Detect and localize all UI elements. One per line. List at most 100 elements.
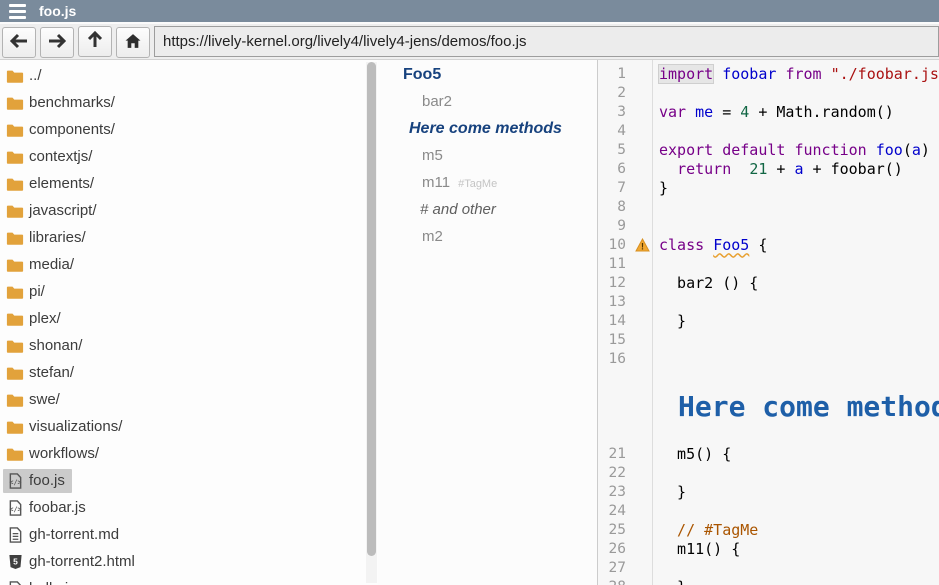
back-button[interactable] <box>2 27 36 58</box>
folder-icon <box>5 94 25 112</box>
code-heading-text: Here come methods <box>678 390 939 423</box>
file-row-benchmarks[interactable]: benchmarks/ <box>0 89 378 116</box>
file-label: benchmarks/ <box>29 94 115 111</box>
code-text: m11() { <box>659 540 740 558</box>
file-label: foobar.js <box>29 499 86 516</box>
code-text: } <box>659 179 668 197</box>
line-number: 8 <box>598 199 631 215</box>
code-line-28[interactable]: 28 } <box>598 577 939 585</box>
code-editor-pane[interactable]: 1import foobar from "./foobar.js" 23var m… <box>598 60 939 585</box>
file-row-elements[interactable]: elements/ <box>0 170 378 197</box>
line-number: 26 <box>598 541 631 557</box>
folder-icon <box>5 229 25 247</box>
file-label: gh-torrent2.html <box>29 553 135 570</box>
file-row-gh-torrent-md[interactable]: gh-torrent.md <box>0 521 378 548</box>
code-line-12[interactable]: 12 bar2 () { <box>598 273 939 292</box>
code-line-4[interactable]: 4 <box>598 121 939 140</box>
file-row-[interactable]: ../ <box>0 62 378 89</box>
home-button[interactable] <box>116 27 150 58</box>
file-row-javascript[interactable]: javascript/ <box>0 197 378 224</box>
code-line-6[interactable]: 6 return 21 + a + foobar() <box>598 159 939 178</box>
code-heading-line[interactable]: Here come methods <box>598 368 939 444</box>
outline-label: # and other <box>420 201 496 218</box>
line-number: 12 <box>598 275 631 291</box>
file-row-workflows[interactable]: workflows/ <box>0 440 378 467</box>
file-label: javascript/ <box>29 202 97 219</box>
file-row-foo-js[interactable]: </>foo.js <box>0 467 378 494</box>
outline-item-foo5[interactable]: Foo5 <box>378 66 597 93</box>
code-line-22[interactable]: 22 <box>598 463 939 482</box>
navigation-bar <box>0 22 939 60</box>
file-row-gh-torrent2-html[interactable]: 5 gh-torrent2.html <box>0 548 378 575</box>
file-row-libraries[interactable]: libraries/ <box>0 224 378 251</box>
line-number: 2 <box>598 85 631 101</box>
code-line-10[interactable]: 10!class Foo5 { <box>598 235 939 254</box>
menu-icon[interactable] <box>9 4 26 19</box>
code-line-13[interactable]: 13 <box>598 292 939 311</box>
up-button[interactable] <box>78 26 112 57</box>
warning-icon[interactable]: ! <box>631 238 653 252</box>
file-row-media[interactable]: media/ <box>0 251 378 278</box>
file-row-plex[interactable]: plex/ <box>0 305 378 332</box>
nav-buttons <box>2 26 154 58</box>
code-line-15[interactable]: 15 <box>598 330 939 349</box>
code-line-9[interactable]: 9 <box>598 216 939 235</box>
file-row-foobar-js[interactable]: </>foobar.js <box>0 494 378 521</box>
outline-pane: Foo5bar2Here come methodsm5 m11#TagMe# an… <box>378 60 598 585</box>
file-row-pi[interactable]: pi/ <box>0 278 378 305</box>
line-number: 24 <box>598 503 631 519</box>
html-file-icon: 5 <box>5 553 25 571</box>
file-label: workflows/ <box>29 445 99 462</box>
file-row-swe[interactable]: swe/ <box>0 386 378 413</box>
file-row-stefan[interactable]: stefan/ <box>0 359 378 386</box>
svg-text:5: 5 <box>13 556 18 566</box>
code-line-21[interactable]: 21 m5() { <box>598 444 939 463</box>
outline-label: m5 <box>422 147 443 164</box>
outline-item-m11[interactable]: m11#TagMe <box>378 174 597 201</box>
code-line-8[interactable]: 8 <box>598 197 939 216</box>
code-line-1[interactable]: 1import foobar from "./foobar.js" <box>598 64 939 83</box>
folder-icon <box>5 310 25 328</box>
outline-item-here-come-methods[interactable]: Here come methods <box>378 120 597 147</box>
line-number: 21 <box>598 446 631 462</box>
line-number: 5 <box>598 142 631 158</box>
outline-item-and-other[interactable]: # and other <box>378 201 597 228</box>
arrow-left-icon <box>9 33 29 52</box>
folder-icon <box>5 283 25 301</box>
code-line-27[interactable]: 27 <box>598 558 939 577</box>
file-list-scrollbar[interactable] <box>366 62 377 583</box>
arrow-up-icon <box>87 31 103 52</box>
code-line-14[interactable]: 14 } <box>598 311 939 330</box>
forward-button[interactable] <box>40 27 74 58</box>
url-input[interactable] <box>154 26 939 57</box>
code-line-25[interactable]: 25 // #TagMe <box>598 520 939 539</box>
outline-item-m5[interactable]: m5 <box>378 147 597 174</box>
code-text: m5() { <box>659 445 731 463</box>
file-row-contextjs[interactable]: contextjs/ <box>0 143 378 170</box>
scrollbar-thumb[interactable] <box>367 62 376 556</box>
file-row-hello-js[interactable]: </>hello.js <box>0 575 378 585</box>
code-line-3[interactable]: 3var me = 4 + Math.random() <box>598 102 939 121</box>
code-line-2[interactable]: 2 <box>598 83 939 102</box>
code-line-5[interactable]: 5export default function foo(a) <box>598 140 939 159</box>
home-icon <box>124 33 142 52</box>
file-row-visualizations[interactable]: visualizations/ <box>0 413 378 440</box>
code-line-24[interactable]: 24 <box>598 501 939 520</box>
file-label: contextjs/ <box>29 148 92 165</box>
code-text: class Foo5 { <box>659 236 767 254</box>
file-row-components[interactable]: components/ <box>0 116 378 143</box>
code-line-16[interactable]: 16 <box>598 349 939 368</box>
code-line-11[interactable]: 11 <box>598 254 939 273</box>
code-line-7[interactable]: 7} <box>598 178 939 197</box>
file-row-shonan[interactable]: shonan/ <box>0 332 378 359</box>
outline-item-bar2[interactable]: bar2 <box>378 93 597 120</box>
line-number: 16 <box>598 351 631 367</box>
file-label: swe/ <box>29 391 60 408</box>
code-text: } <box>659 312 686 330</box>
code-line-23[interactable]: 23 } <box>598 482 939 501</box>
outline-item-m2[interactable]: m2 <box>378 228 597 255</box>
code-line-26[interactable]: 26 m11() { <box>598 539 939 558</box>
file-label: media/ <box>29 256 74 273</box>
folder-icon <box>5 121 25 139</box>
file-label: shonan/ <box>29 337 82 354</box>
